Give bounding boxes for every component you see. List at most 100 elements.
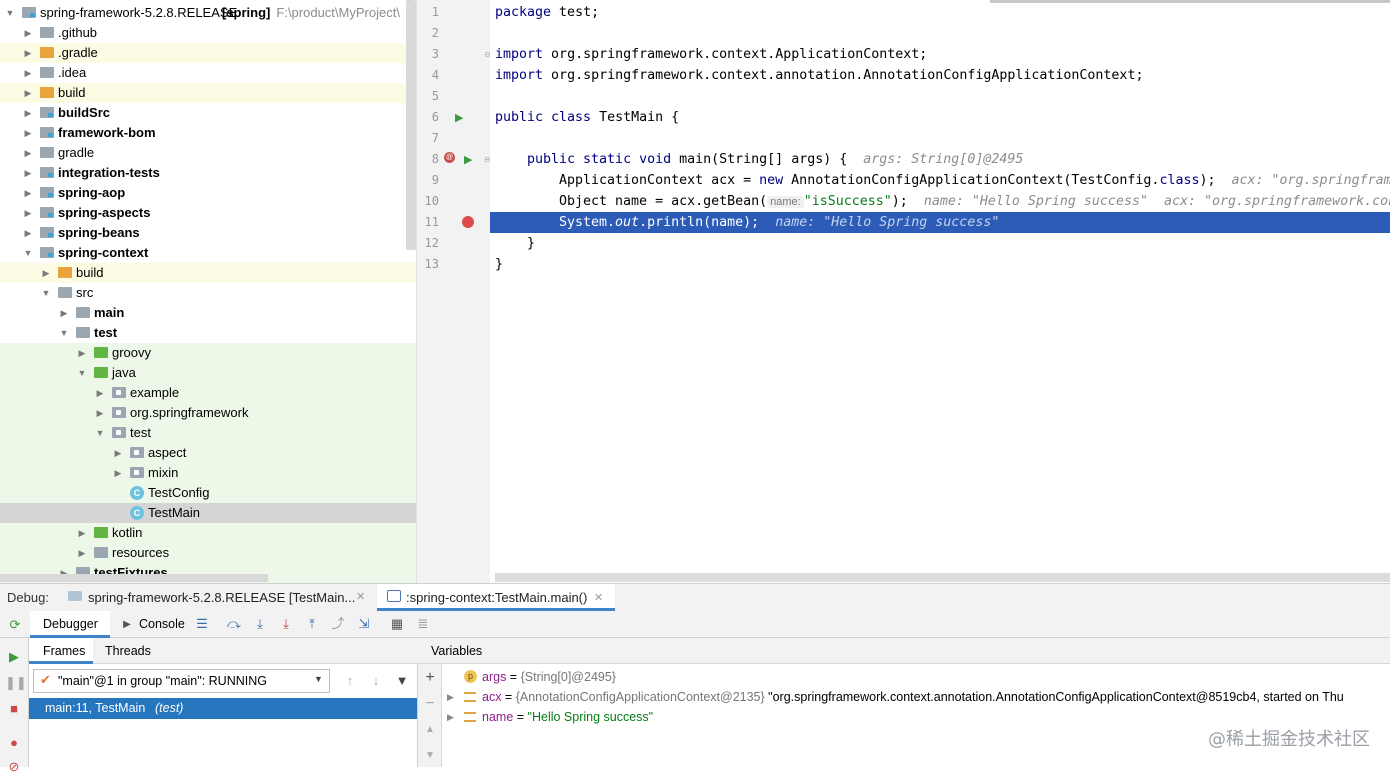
move-down-icon[interactable]: ▼ [421, 747, 439, 765]
tree-item[interactable]: ▶build [0, 83, 416, 103]
tree-item[interactable]: ▶spring-aspects [0, 203, 416, 223]
view-breakpoints-icon[interactable]: ● [5, 734, 23, 752]
tree-item[interactable]: ▶gradle [0, 143, 416, 163]
chevron-right-icon[interactable]: ▶ [22, 83, 34, 103]
chevron-right-icon[interactable]: ▶ [112, 463, 124, 483]
tree-item[interactable]: ▼spring-context [0, 243, 416, 263]
thread-select[interactable]: ✔ "main"@1 in group "main": RUNNING ▼ [33, 669, 330, 693]
chevron-right-icon[interactable]: ▶ [22, 183, 34, 203]
chevron-right-icon[interactable]: ▶ [40, 263, 52, 283]
debug-session-tab-active[interactable]: :spring-context:TestMain.main() ✕ [377, 584, 615, 611]
move-up-icon[interactable]: ▲ [421, 721, 439, 739]
code-editor[interactable]: package test; import org.springframework… [490, 0, 1390, 583]
drop-frame-icon[interactable]: ⤴ [329, 615, 347, 633]
debug-session-tab[interactable]: spring-framework-5.2.8.RELEASE [TestMain… [88, 590, 355, 605]
chevron-right-icon[interactable]: ▶ [94, 383, 106, 403]
tree-item[interactable]: ▶spring-beans [0, 223, 416, 243]
editor-hscrollbar[interactable] [495, 573, 1390, 582]
remove-watch-icon[interactable]: − [421, 695, 439, 713]
chevron-right-icon[interactable]: ▶ [58, 303, 70, 323]
force-step-into-icon[interactable]: ⤓ [277, 615, 295, 633]
close-icon[interactable]: ✕ [356, 590, 365, 603]
tab-debugger[interactable]: Debugger [30, 611, 110, 638]
tree-scrollbar[interactable] [406, 0, 416, 250]
chevron-right-icon[interactable]: ▶ [447, 707, 454, 727]
chevron-right-icon[interactable]: ▶ [22, 143, 34, 163]
chevron-down-icon[interactable]: ▼ [76, 363, 88, 383]
tree-item[interactable]: ▶.github [0, 23, 416, 43]
tab-frames[interactable]: Frames [29, 638, 93, 664]
resume-icon[interactable]: ▶ [5, 648, 23, 666]
chevron-right-icon[interactable]: ▶ [22, 223, 34, 243]
tree-item[interactable]: CTestMain [0, 503, 416, 523]
debug-point-icon[interactable]: @ [444, 152, 455, 163]
chevron-right-icon[interactable]: ▶ [22, 23, 34, 43]
run-to-cursor-icon[interactable]: ⇲ [355, 615, 373, 633]
rerun-icon[interactable]: ⟳ [6, 616, 24, 634]
step-over-icon[interactable]: ⤼ [225, 615, 243, 633]
tree-item[interactable]: ▶kotlin [0, 523, 416, 543]
evaluate-expression-icon[interactable]: ▦ [388, 615, 406, 633]
chevron-right-icon[interactable]: ▶ [22, 103, 34, 123]
add-watch-icon[interactable]: + [421, 669, 439, 687]
run-icon[interactable]: ▶ [455, 111, 463, 124]
tab-threads[interactable]: Threads [105, 644, 151, 658]
tree-item[interactable]: ▼test [0, 423, 416, 443]
chevron-right-icon[interactable]: ▶ [22, 123, 34, 143]
tree-item[interactable]: ▶example [0, 383, 416, 403]
chevron-right-icon[interactable]: ▶ [76, 523, 88, 543]
chevron-right-icon[interactable]: ▶ [94, 403, 106, 423]
tree-item[interactable]: ▼java [0, 363, 416, 383]
tree-hscrollbar[interactable] [0, 574, 268, 582]
step-out-icon[interactable]: ⤒ [303, 615, 321, 633]
show-execution-point-icon[interactable]: ☰ [193, 615, 211, 633]
chevron-right-icon[interactable]: ▶ [22, 63, 34, 83]
variable-row[interactable]: ▶name = "Hello Spring success" [442, 707, 1390, 727]
close-icon[interactable]: ✕ [594, 591, 603, 604]
tree-item[interactable]: ▶resources [0, 543, 416, 563]
tree-item[interactable]: ▼test [0, 323, 416, 343]
run-icon[interactable]: ▶ [464, 153, 472, 166]
tab-console[interactable]: Console [139, 617, 185, 631]
chevron-down-icon[interactable]: ▼ [22, 243, 34, 263]
project-tree[interactable]: ▼spring-framework-5.2.8.RELEASE[spring]F… [0, 0, 416, 583]
tree-item[interactable]: ▶spring-aop [0, 183, 416, 203]
filter-icon[interactable]: ▼ [393, 672, 411, 690]
tree-item[interactable]: ▶groovy [0, 343, 416, 363]
chevron-right-icon[interactable]: ▶ [76, 543, 88, 563]
tree-item[interactable]: ▶mixin [0, 463, 416, 483]
step-into-icon[interactable]: ⤓ [251, 615, 269, 633]
chevron-right-icon[interactable]: ▶ [22, 163, 34, 183]
tree-item[interactable]: ▶build [0, 263, 416, 283]
trace-icon[interactable]: ≣ [414, 615, 432, 633]
variable-row[interactable]: ▶acx = {AnnotationConfigApplicationConte… [442, 687, 1390, 707]
chevron-right-icon[interactable]: ▶ [76, 343, 88, 363]
chevron-down-icon[interactable]: ▼ [58, 323, 70, 343]
tree-item[interactable]: ▶.idea [0, 63, 416, 83]
stop-icon[interactable]: ■ [5, 700, 23, 718]
chevron-right-icon[interactable]: ▶ [447, 687, 454, 707]
variable-row[interactable]: pargs = {String[0]@2495} [442, 667, 1390, 687]
tree-item[interactable]: ▶aspect [0, 443, 416, 463]
chevron-right-icon[interactable]: ▶ [22, 203, 34, 223]
chevron-right-icon[interactable]: ▶ [22, 43, 34, 63]
chevron-down-icon[interactable]: ▼ [40, 283, 52, 303]
arrow-up-icon[interactable]: ↑ [341, 672, 359, 690]
pause-icon[interactable]: ❚❚ [5, 674, 23, 692]
tree-item[interactable]: ▶integration-tests [0, 163, 416, 183]
chevron-down-icon[interactable]: ▼ [94, 423, 106, 443]
tree-item[interactable]: ▶main [0, 303, 416, 323]
arrow-down-icon[interactable]: ↓ [367, 672, 385, 690]
mute-breakpoints-icon[interactable]: ⊘ [5, 758, 23, 776]
tree-item[interactable]: ▶org.springframework [0, 403, 416, 423]
tree-item[interactable]: ▶buildSrc [0, 103, 416, 123]
tree-item[interactable]: ▶.gradle [0, 43, 416, 63]
tree-item[interactable]: ▼src [0, 283, 416, 303]
tree-item[interactable]: ▼spring-framework-5.2.8.RELEASE[spring]F… [0, 3, 416, 23]
tree-item[interactable]: ▶framework-bom [0, 123, 416, 143]
frame-row-selected[interactable]: main:11, TestMain (test) [29, 698, 417, 719]
tree-item[interactable]: CTestConfig [0, 483, 416, 503]
chevron-right-icon[interactable]: ▶ [112, 443, 124, 463]
chevron-down-icon[interactable]: ▼ [4, 3, 16, 23]
breakpoint-icon[interactable] [462, 216, 474, 228]
